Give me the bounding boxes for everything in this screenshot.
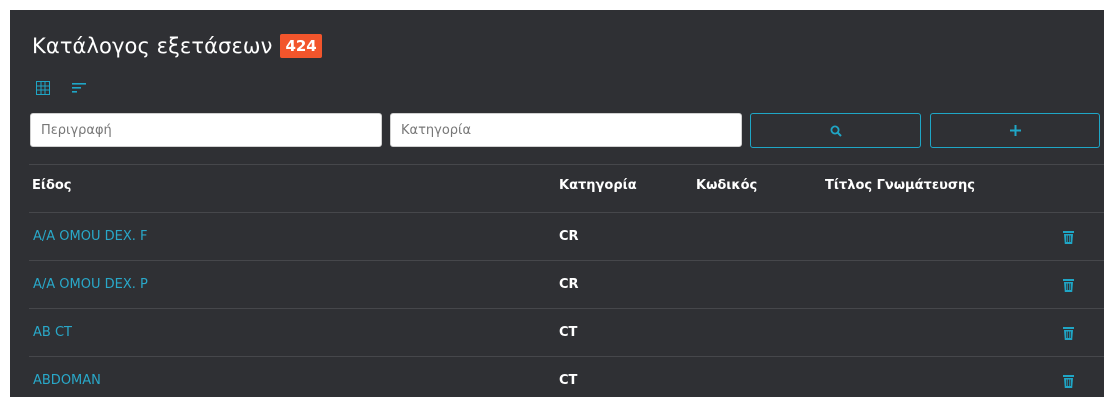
search-button[interactable] xyxy=(750,113,921,148)
title-row: Κατάλογος εξετάσεων 424 xyxy=(32,34,322,58)
row-category: CR xyxy=(559,229,579,244)
row-name-link[interactable]: ABDOMAN xyxy=(33,373,101,388)
column-header-code[interactable]: Κωδικός xyxy=(696,178,757,193)
trash-icon[interactable] xyxy=(1063,229,1074,248)
trash-icon[interactable] xyxy=(1063,325,1074,344)
table-row: A/A OMOU DEX. F CR xyxy=(29,212,1104,260)
row-category: CT xyxy=(559,325,578,340)
sort-lines-icon[interactable] xyxy=(70,79,88,97)
page-title: Κατάλογος εξετάσεων xyxy=(32,34,273,58)
view-toggle xyxy=(34,79,88,97)
grid-view-icon[interactable] xyxy=(34,79,52,97)
description-input[interactable] xyxy=(30,113,382,147)
row-category: CT xyxy=(559,373,578,388)
table-row: AB CT CT xyxy=(29,308,1104,356)
catalog-panel: Κατάλογος εξετάσεων 424 Περιγραφή Κατηγο… xyxy=(10,10,1104,397)
row-name-link[interactable]: A/A OMOU DEX. F xyxy=(33,229,148,244)
row-name-link[interactable]: A/A OMOU DEX. P xyxy=(33,277,148,292)
row-category: CR xyxy=(559,277,579,292)
column-header-category[interactable]: Κατηγορία xyxy=(559,178,637,193)
table-row: ABDOMAN CT xyxy=(29,356,1104,397)
trash-icon[interactable] xyxy=(1063,373,1074,392)
table-top-divider xyxy=(29,164,1104,165)
add-button[interactable] xyxy=(930,113,1100,148)
count-badge: 424 xyxy=(280,34,322,58)
search-icon xyxy=(830,125,842,137)
column-header-type[interactable]: Είδος xyxy=(32,178,72,193)
plus-icon xyxy=(1009,125,1021,136)
table-row: A/A OMOU DEX. P CR xyxy=(29,260,1104,308)
row-name-link[interactable]: AB CT xyxy=(33,325,72,340)
category-input[interactable] xyxy=(390,113,742,147)
column-header-report-title[interactable]: Τίτλος Γνωμάτευσης xyxy=(825,178,975,193)
trash-icon[interactable] xyxy=(1063,277,1074,296)
